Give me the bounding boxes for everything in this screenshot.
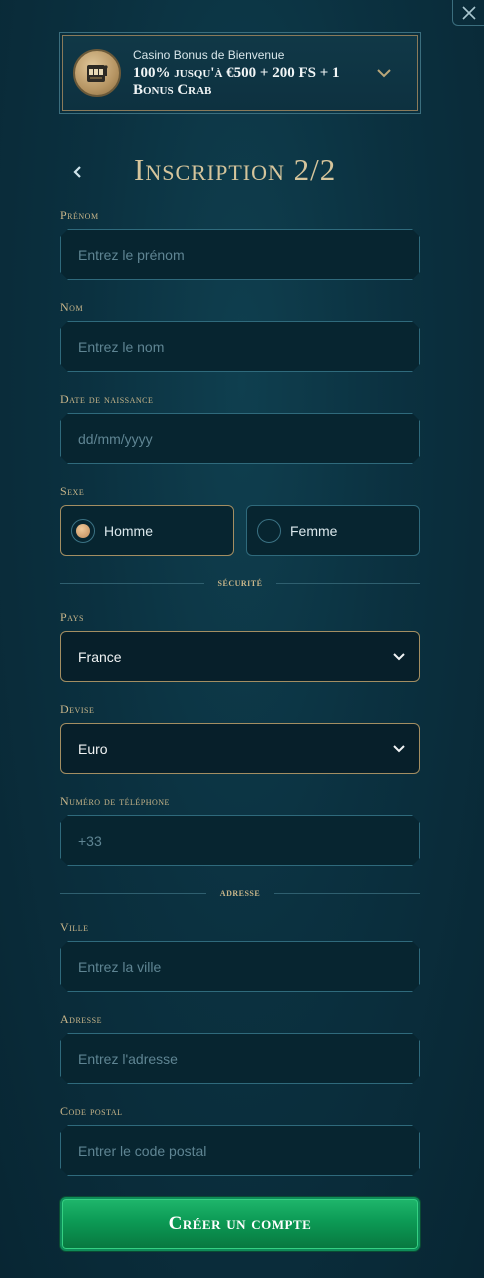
bonus-offer: 100% jusqu'à €500 + 200 FS + 1 Bonus Cra… — [133, 64, 340, 98]
chevron-down-icon — [379, 652, 419, 661]
postal-label: Code postal — [60, 1104, 123, 1118]
firstname-field-box — [60, 229, 420, 280]
gender-label: Sexe — [60, 484, 85, 498]
section-divider-address: adresse — [60, 886, 420, 900]
address-input[interactable] — [61, 1034, 419, 1083]
postal-field-box — [60, 1125, 420, 1176]
city-input[interactable] — [61, 942, 419, 991]
city-field-box — [60, 941, 420, 992]
section-divider-security: sécurité — [60, 576, 420, 590]
birthdate-input[interactable] — [61, 414, 419, 463]
radio-selected — [71, 518, 95, 543]
gender-option-female[interactable]: Femme — [246, 505, 420, 556]
bonus-selector[interactable]: Casino Bonus de Bienvenue 100% jusqu'à €… — [59, 32, 421, 114]
address-label: Adresse — [60, 1012, 102, 1026]
firstname-input[interactable] — [61, 230, 419, 279]
city-label: Ville — [60, 920, 89, 934]
birthdate-field-box — [60, 413, 420, 464]
country-label: Pays — [60, 610, 84, 624]
close-button[interactable] — [452, 0, 484, 26]
country-select[interactable]: France — [60, 631, 420, 682]
chevron-down-icon — [369, 68, 399, 78]
currency-value: Euro — [78, 740, 108, 757]
phone-input[interactable] — [61, 816, 419, 865]
back-button[interactable] — [68, 162, 88, 182]
page-title: Inscription 2/2 — [134, 152, 337, 187]
chevron-left-icon — [73, 166, 81, 178]
radio-unselected — [257, 518, 281, 543]
slot-machine-icon — [73, 49, 121, 97]
title-row: Inscription 2/2 — [60, 152, 420, 192]
close-icon — [461, 5, 476, 20]
currency-select[interactable]: Euro — [60, 723, 420, 774]
create-account-button[interactable]: Créer un compte — [60, 1197, 420, 1251]
gender-option-male[interactable]: Homme — [60, 505, 234, 556]
chevron-down-icon — [379, 744, 419, 753]
firstname-label: Prénom — [60, 208, 99, 222]
gender-female-label: Femme — [290, 522, 338, 539]
country-value: France — [78, 648, 122, 665]
postal-input[interactable] — [61, 1126, 419, 1175]
lastname-input[interactable] — [61, 322, 419, 371]
create-account-label: Créer un compte — [168, 1213, 312, 1234]
phone-label: Numéro de téléphone — [60, 794, 170, 808]
currency-label: Devise — [60, 702, 95, 716]
lastname-label: Nom — [60, 300, 84, 314]
address-field-box — [60, 1033, 420, 1084]
gender-male-label: Homme — [104, 522, 154, 539]
phone-field-box — [60, 815, 420, 866]
lastname-field-box — [60, 321, 420, 372]
bonus-label: Casino Bonus de Bienvenue — [133, 47, 285, 62]
birthdate-label: Date de naissance — [60, 392, 154, 406]
